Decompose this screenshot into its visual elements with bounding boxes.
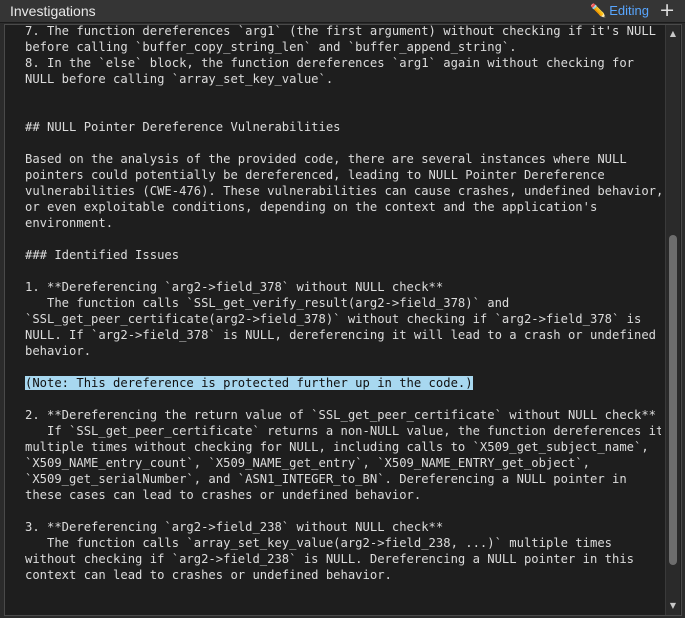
document-line: 7. The function dereferences `arg1` (the… (25, 25, 657, 38)
document-line: multiple times without checking for NULL… (25, 440, 649, 454)
document-line: or even exploitable conditions, dependin… (25, 200, 598, 214)
document-line: NULL before calling `array_set_key_value… (25, 72, 334, 86)
document-line: ## NULL Pointer Dereference Vulnerabilit… (25, 120, 341, 134)
document-line: If `SSL_get_peer_certificate` returns a … (25, 424, 661, 438)
editor-frame: 7. The function dereferences `arg1` (the… (4, 24, 682, 616)
document-line: these cases can lead to crashes or undef… (25, 488, 422, 502)
document-line: without checking if `arg2->field_238` is… (25, 552, 635, 566)
document-line: pointers could potentially be dereferenc… (25, 168, 605, 182)
pencil-icon: ✏️ (590, 3, 607, 18)
document-line: `X509_get_serialNumber`, and `ASN1_INTEG… (25, 472, 627, 486)
document-text[interactable]: 7. The function dereferences `arg1` (the… (25, 25, 661, 583)
document-line: The function calls `array_set_key_value(… (25, 536, 612, 550)
text-editor[interactable]: 7. The function dereferences `arg1` (the… (25, 25, 661, 615)
document-line: environment. (25, 216, 114, 230)
document-line: before calling `buffer_copy_string_len` … (25, 40, 517, 54)
document-line: Based on the analysis of the provided co… (25, 152, 627, 166)
document-line: behavior. (25, 344, 92, 358)
scrollbar-thumb[interactable] (669, 235, 677, 565)
editing-label: Editing (609, 3, 649, 18)
chevron-down-icon[interactable]: ▼ (666, 599, 680, 613)
document-line: `SSL_get_peer_certificate(arg2->field_37… (25, 312, 642, 326)
document-line: vulnerabilities (CWE-476). These vulnera… (25, 184, 661, 198)
document-line: ### Identified Issues (25, 248, 180, 262)
plus-icon[interactable]: + (659, 0, 675, 21)
document-line: 2. **Dereferencing the return value of `… (25, 408, 657, 422)
document-line: 1. **Dereferencing `arg2->field_378` wit… (25, 280, 444, 294)
investigations-panel: Investigations ✏️ Editing + 7. The functi… (0, 0, 685, 618)
panel-header: Investigations ✏️ Editing + (0, 0, 685, 23)
document-line: The function calls `SSL_get_verify_resul… (25, 296, 510, 310)
vertical-scrollbar[interactable]: ▲ ▼ (665, 25, 680, 615)
document-line: 8. In the `else` block, the function der… (25, 56, 635, 70)
highlighted-note-line: (Note: This dereference is protected fur… (25, 376, 473, 390)
editing-toggle[interactable]: ✏️ Editing (590, 3, 649, 19)
panel-title: Investigations (10, 3, 96, 19)
chevron-up-icon[interactable]: ▲ (666, 27, 680, 41)
document-line: NULL. If `arg2->field_378` is NULL, dere… (25, 328, 657, 342)
document-line: context can lead to crashes or undefined… (25, 568, 392, 582)
document-line: 3. **Dereferencing `arg2->field_238` wit… (25, 520, 444, 534)
document-line: `X509_NAME_entry_count`, `X509_NAME_get_… (25, 456, 590, 470)
